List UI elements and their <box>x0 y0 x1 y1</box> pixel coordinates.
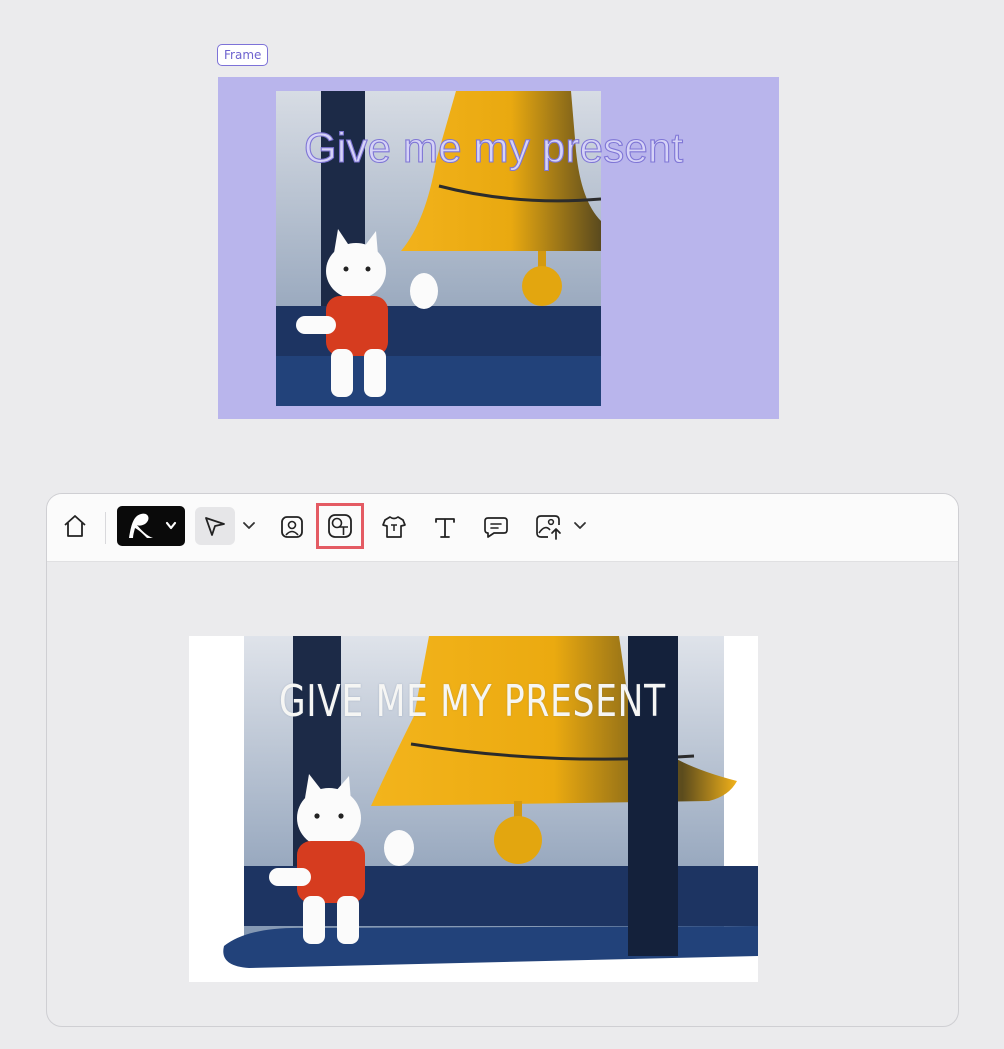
toolbar <box>47 494 958 562</box>
frame-label[interactable]: Frame <box>217 44 269 66</box>
frame-preview[interactable]: Give me my present <box>218 77 779 419</box>
shirt-icon <box>382 516 406 538</box>
toolbar-divider <box>105 512 106 544</box>
image-icon <box>281 516 303 538</box>
text-tool-button[interactable] <box>428 511 462 543</box>
upload-tool-dropdown[interactable] <box>572 516 588 536</box>
frame-heading-text[interactable]: Give me my present <box>303 123 683 172</box>
canvas-heading-text[interactable]: GIVE ME MY PRESENT <box>279 676 666 727</box>
upload-image-icon <box>536 515 561 540</box>
editor-window: GIVE ME MY PRESENT <box>46 493 959 1027</box>
comment-icon <box>484 517 508 538</box>
brand-menu-button[interactable] <box>117 506 185 546</box>
shape-text-icon <box>328 514 352 538</box>
pointer-icon <box>205 517 225 536</box>
brand-logo-icon <box>129 513 177 538</box>
comment-tool-button[interactable] <box>479 511 513 543</box>
select-tool-button[interactable] <box>195 507 235 545</box>
canvas-artwork[interactable]: GIVE ME MY PRESENT <box>189 636 758 982</box>
chevron-down-icon <box>243 522 255 529</box>
shape-text-tool-button[interactable] <box>316 503 364 549</box>
home-button[interactable] <box>59 510 91 542</box>
home-icon <box>64 515 86 537</box>
text-icon <box>435 518 455 538</box>
chevron-down-icon <box>574 522 586 529</box>
product-tool-button[interactable] <box>377 511 411 543</box>
upload-tool-button[interactable] <box>531 510 567 544</box>
select-tool-dropdown[interactable] <box>241 516 257 536</box>
image-tool-button[interactable] <box>275 511 309 543</box>
